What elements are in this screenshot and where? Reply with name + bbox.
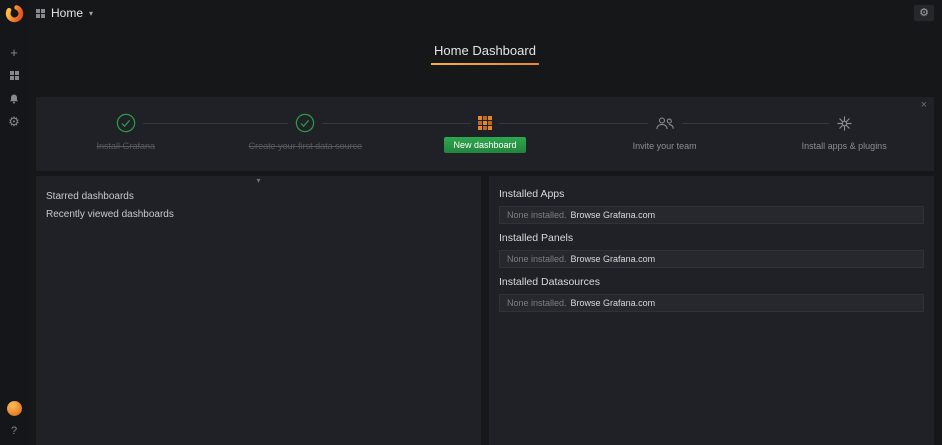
grafana-logo[interactable]	[0, 0, 28, 26]
installed-apps-title: Installed Apps	[499, 188, 924, 200]
step-label: Install apps & plugins	[802, 141, 887, 151]
plugin-list-panel: Installed Apps None installed. Browse Gr…	[489, 176, 934, 445]
installed-datasources-title: Installed Datasources	[499, 276, 924, 288]
step-install-plugins[interactable]: Install apps & plugins	[754, 112, 934, 171]
browse-grafana-link[interactable]: Browse Grafana.com	[571, 210, 656, 220]
team-users-icon	[648, 112, 682, 134]
new-dashboard-button[interactable]: New dashboard	[444, 137, 525, 153]
installed-panels-empty-row: None installed. Browse Grafana.com	[499, 250, 924, 268]
dashboard-grid-icon	[36, 9, 45, 18]
step-invite-team[interactable]: Invite your team	[575, 112, 755, 171]
dashboard-picker-label: Home	[51, 6, 83, 20]
top-navbar: Home ▾ ⚙	[28, 0, 942, 26]
empty-text: None installed.	[507, 254, 567, 264]
browse-grafana-link[interactable]: Browse Grafana.com	[571, 254, 656, 264]
step-create-datasource[interactable]: Create your first data source	[216, 112, 396, 171]
create-plus-icon[interactable]: +	[5, 46, 23, 59]
side-menu-items: + ⚙	[5, 46, 23, 128]
check-circle-icon	[109, 112, 143, 134]
side-menu: + ⚙ ?	[0, 0, 28, 445]
page-title[interactable]: Home Dashboard	[431, 43, 539, 65]
recent-dashboards-header: Recently viewed dashboards	[46, 209, 471, 220]
app-root: + ⚙ ? Home ▾	[0, 0, 942, 445]
dashboard-list-panel: ▾ Starred dashboards Recently viewed das…	[36, 176, 481, 445]
configuration-gear-icon[interactable]: ⚙	[5, 115, 23, 128]
grafana-logo-icon	[5, 4, 24, 23]
dashboards-grid-icon[interactable]	[5, 69, 23, 82]
step-label: Install Grafana	[97, 141, 156, 151]
plugin-icon	[829, 112, 860, 134]
installed-panels-title: Installed Panels	[499, 232, 924, 244]
panel-menu-chevron-icon[interactable]: ▾	[256, 176, 260, 186]
installed-datasources-empty-row: None installed. Browse Grafana.com	[499, 294, 924, 312]
installed-apps-empty-row: None installed. Browse Grafana.com	[499, 206, 924, 224]
step-install-grafana[interactable]: Install Grafana	[36, 112, 216, 171]
main-area: Home ▾ ⚙ Home Dashboard ×	[28, 0, 942, 445]
gear-icon: ⚙	[919, 8, 929, 19]
help-icon[interactable]: ?	[5, 425, 23, 438]
starred-dashboards-header: Starred dashboards	[46, 191, 471, 202]
dashboard-header: Home Dashboard	[36, 26, 934, 97]
chevron-down-icon: ▾	[89, 9, 93, 18]
check-circle-icon	[288, 112, 322, 134]
dashboard-picker[interactable]: Home ▾	[36, 6, 93, 20]
empty-text: None installed.	[507, 210, 567, 220]
empty-text: None installed.	[507, 298, 567, 308]
dashboard-settings-button[interactable]: ⚙	[914, 5, 934, 21]
step-label: Create your first data source	[249, 141, 363, 151]
grid-icon	[10, 71, 19, 80]
panel-row: ▾ Starred dashboards Recently viewed das…	[36, 176, 934, 445]
dashboard-tile-icon	[471, 112, 499, 134]
dashboard-content: Home Dashboard × Install Grafana	[28, 26, 942, 445]
bell-icon	[8, 93, 20, 105]
browse-grafana-link[interactable]: Browse Grafana.com	[571, 298, 656, 308]
getting-started-panel: × Install Grafana	[36, 97, 934, 171]
step-label: Invite your team	[633, 141, 697, 151]
side-menu-bottom: ?	[5, 401, 23, 438]
getting-started-steps: Install Grafana Create your first data s…	[36, 97, 934, 171]
user-avatar[interactable]	[7, 401, 22, 416]
step-new-dashboard[interactable]: New dashboard	[395, 112, 575, 171]
alerting-bell-icon[interactable]	[5, 92, 23, 105]
